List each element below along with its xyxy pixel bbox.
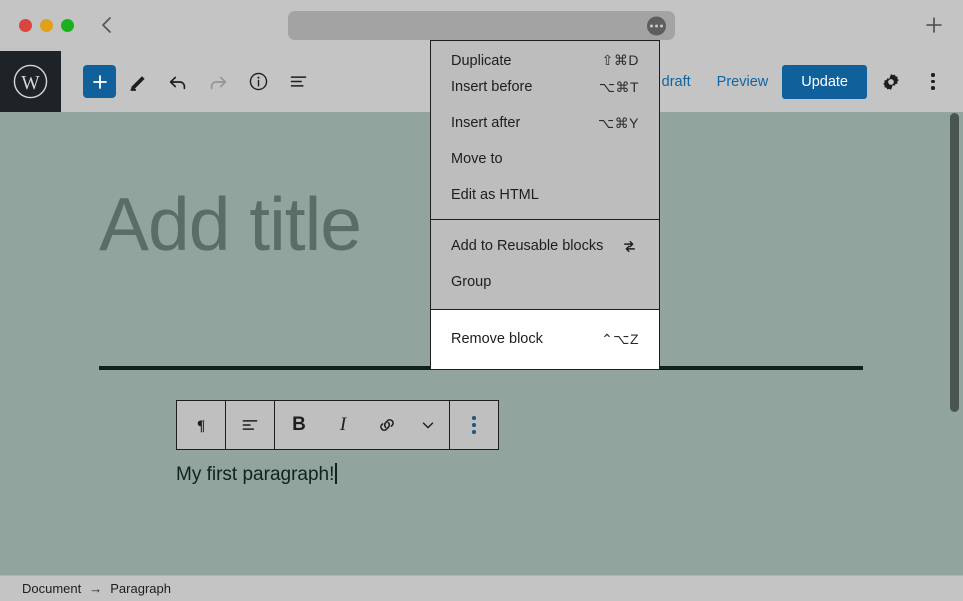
vertical-scrollbar[interactable] xyxy=(950,112,959,575)
menu-item-move-to[interactable]: Move to xyxy=(431,141,659,177)
menu-item-duplicate[interactable]: Duplicate ⇧⌘D xyxy=(431,43,659,69)
redo-arrow-icon xyxy=(210,76,227,89)
menu-section-remove: Remove block ⌃⌥Z xyxy=(431,310,659,369)
menu-item-label: Move to xyxy=(451,151,503,167)
menu-item-label: Insert after xyxy=(451,115,521,131)
breadcrumb-separator-icon: → xyxy=(89,581,103,596)
menu-item-label: Remove block xyxy=(451,331,543,347)
address-bar[interactable] xyxy=(288,11,675,40)
menu-section-edit: Duplicate ⇧⌘D Insert before ⌥⌘T Insert a… xyxy=(431,41,659,220)
list-view-icon xyxy=(290,76,306,87)
window-traffic-lights xyxy=(19,19,74,32)
menu-item-label: Duplicate xyxy=(451,53,512,69)
maximize-window-button[interactable] xyxy=(61,19,74,32)
menu-item-shortcut: ⇧⌘D xyxy=(601,52,639,68)
menu-item-group[interactable]: Group xyxy=(431,264,659,300)
menu-item-shortcut: ⌥⌘T xyxy=(598,78,639,95)
block-type-group: ¶ xyxy=(177,401,226,449)
block-options-menu: Duplicate ⇧⌘D Insert before ⌥⌘T Insert a… xyxy=(430,40,660,370)
text-caret xyxy=(335,463,337,484)
editor-header-tools xyxy=(61,64,316,100)
align-left-icon xyxy=(242,420,258,430)
rich-text-group: B I xyxy=(275,401,450,449)
menu-item-add-to-reusable-blocks[interactable]: Add to Reusable blocks xyxy=(431,228,659,264)
menu-item-insert-after[interactable]: Insert after ⌥⌘Y xyxy=(431,105,659,141)
link-icon xyxy=(380,419,394,431)
align-text-button[interactable] xyxy=(228,401,272,449)
close-window-button[interactable] xyxy=(19,19,32,32)
paragraph-block[interactable]: My first paragraph! xyxy=(176,463,337,486)
paragraph-text: My first paragraph! xyxy=(176,464,335,485)
block-options-button[interactable] xyxy=(452,401,496,449)
wordpress-block-editor-window: W draft Preview Update Add title ¶ B I M… xyxy=(0,0,963,601)
menu-item-shortcut: ⌥⌘Y xyxy=(598,114,639,131)
wordpress-logo-icon[interactable]: W xyxy=(0,51,61,112)
block-type-paragraph-button[interactable]: ¶ xyxy=(179,401,223,449)
list-view-button[interactable] xyxy=(280,64,316,100)
link-button[interactable] xyxy=(365,401,409,449)
menu-item-shortcut: ⌃⌥Z xyxy=(601,330,639,347)
menu-item-label: Group xyxy=(451,274,492,290)
chevron-down-icon xyxy=(422,422,434,429)
bold-button[interactable]: B xyxy=(277,401,321,449)
more-rich-text-button[interactable] xyxy=(409,401,447,449)
details-button[interactable] xyxy=(240,64,276,100)
undo-arrow-icon xyxy=(169,76,186,89)
gear-icon xyxy=(883,73,899,90)
settings-button[interactable] xyxy=(873,64,909,100)
block-options-group xyxy=(450,401,498,449)
plus-icon xyxy=(926,17,942,33)
post-title-placeholder[interactable]: Add title xyxy=(99,187,362,262)
italic-button[interactable]: I xyxy=(321,401,365,449)
menu-section-transform: Add to Reusable blocks Group xyxy=(431,220,659,310)
menu-item-label: Add to Reusable blocks xyxy=(451,238,604,254)
bold-icon: B xyxy=(292,414,306,435)
add-block-button[interactable] xyxy=(83,65,116,98)
browser-back-button[interactable] xyxy=(95,13,117,37)
wordpress-mark-icon: W xyxy=(13,64,48,99)
pencil-icon xyxy=(130,76,145,91)
new-tab-button[interactable] xyxy=(923,14,945,36)
svg-text:¶: ¶ xyxy=(197,418,205,434)
alignment-group xyxy=(226,401,275,449)
preview-button[interactable]: Preview xyxy=(705,68,781,96)
block-toolbar: ¶ B I xyxy=(176,400,499,450)
undo-button[interactable] xyxy=(160,64,196,100)
info-circle-icon xyxy=(249,72,267,91)
kebab-menu-icon xyxy=(931,73,935,90)
minimize-window-button[interactable] xyxy=(40,19,53,32)
scrollbar-thumb[interactable] xyxy=(950,113,959,412)
menu-item-label: Edit as HTML xyxy=(451,187,539,203)
italic-icon: I xyxy=(339,414,347,435)
menu-item-remove-block[interactable]: Remove block ⌃⌥Z xyxy=(431,321,659,357)
update-button[interactable]: Update xyxy=(782,64,867,99)
redo-button[interactable] xyxy=(200,64,236,100)
menu-item-insert-before[interactable]: Insert before ⌥⌘T xyxy=(431,69,659,105)
breadcrumb-item-paragraph[interactable]: Paragraph xyxy=(110,581,171,596)
paragraph-pilcrow-icon: ¶ xyxy=(197,418,205,434)
edit-tool-button[interactable] xyxy=(120,64,156,100)
menu-item-edit-as-html[interactable]: Edit as HTML xyxy=(431,177,659,213)
reusable-block-icon xyxy=(620,237,639,256)
menu-item-label: Insert before xyxy=(451,79,533,95)
chevron-left-icon xyxy=(102,17,111,33)
more-options-button[interactable] xyxy=(915,64,951,100)
ellipsis-icon[interactable] xyxy=(647,16,666,35)
plus-icon xyxy=(92,74,107,89)
breadcrumb-item-document[interactable]: Document xyxy=(22,581,81,596)
breadcrumb: Document → Paragraph xyxy=(0,575,963,601)
svg-text:W: W xyxy=(21,73,40,94)
